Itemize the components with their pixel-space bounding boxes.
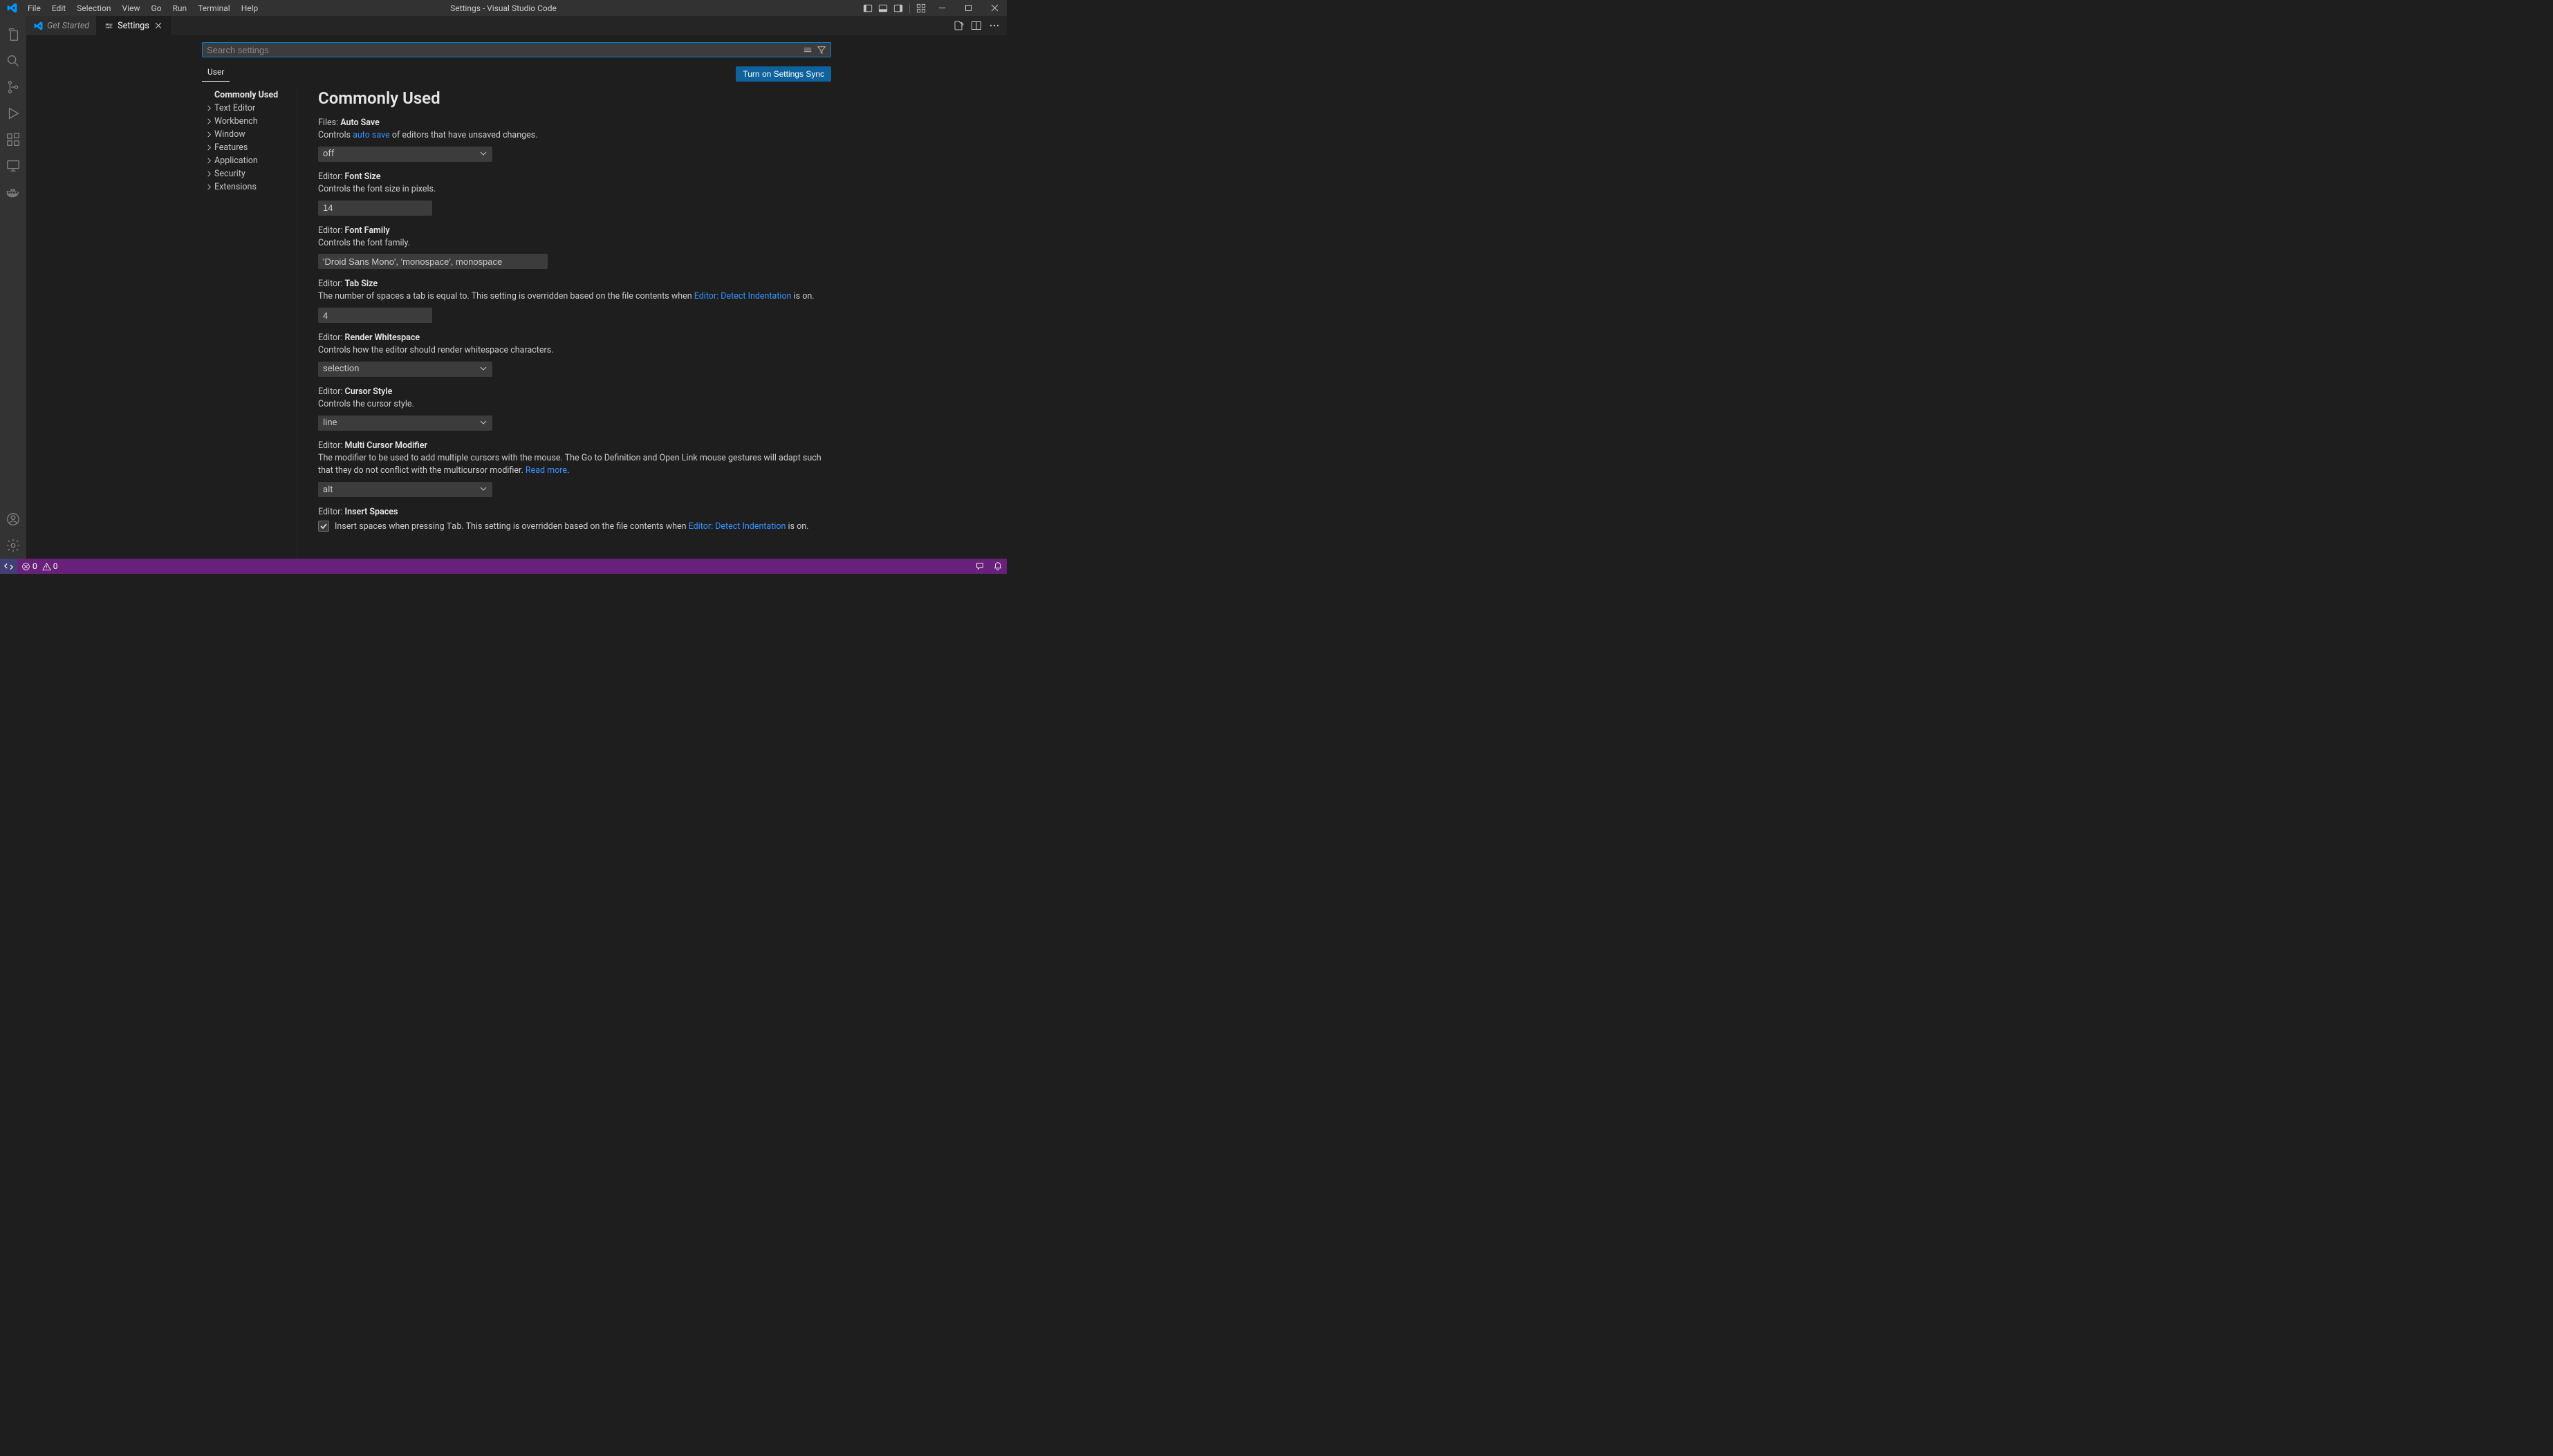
section-heading: Commonly Used	[318, 88, 824, 108]
tabsize-input[interactable]	[318, 308, 432, 323]
menu-selection[interactable]: Selection	[71, 1, 116, 15]
clear-search-icon[interactable]	[802, 44, 813, 55]
menu-terminal[interactable]: Terminal	[192, 1, 236, 15]
chevron-right-icon	[205, 144, 213, 152]
window-close-button[interactable]	[982, 0, 1007, 16]
remote-indicator[interactable]	[0, 559, 17, 574]
toc-application[interactable]: Application	[202, 154, 297, 167]
scope-user-tab[interactable]: User	[202, 63, 230, 82]
close-icon[interactable]	[154, 21, 163, 30]
setting-editor-cursorstyle: Editor: Cursor Style Controls the cursor…	[318, 386, 824, 431]
menu-run[interactable]: Run	[167, 1, 193, 15]
settings-sync-button[interactable]: Turn on Settings Sync	[736, 66, 831, 82]
settings-content[interactable]: Commonly Used Files: Auto Save Controls …	[297, 86, 831, 559]
extensions-icon[interactable]	[0, 127, 26, 153]
titlebar: File Edit Selection View Go Run Terminal…	[0, 0, 1007, 16]
vscode-logo-icon	[6, 2, 18, 15]
toc-extensions[interactable]: Extensions	[202, 180, 297, 194]
settings-gear-icon[interactable]	[0, 532, 26, 559]
window-title: Settings - Visual Studio Code	[450, 3, 557, 13]
separator	[909, 3, 910, 13]
menu-edit[interactable]: Edit	[46, 1, 71, 15]
setting-editor-renderwhitespace: Editor: Render Whitespace Controls how t…	[318, 333, 824, 377]
insertspaces-label: Insert spaces when pressing Tab. This se…	[335, 520, 808, 534]
customize-layout-icon[interactable]	[915, 2, 927, 15]
vscode-icon	[33, 21, 43, 30]
remote-explorer-icon[interactable]	[0, 153, 26, 179]
toc-window[interactable]: Window	[202, 128, 297, 141]
search-icon[interactable]	[0, 48, 26, 74]
detect-indentation-link[interactable]: Editor: Detect Indentation	[694, 291, 792, 301]
feedback-icon[interactable]	[971, 559, 989, 574]
source-control-icon[interactable]	[0, 74, 26, 100]
split-editor-icon[interactable]	[969, 19, 983, 32]
bell-icon[interactable]	[989, 559, 1007, 574]
autosave-link[interactable]: auto save	[353, 130, 390, 140]
chevron-right-icon	[205, 118, 213, 126]
chevron-right-icon	[205, 170, 213, 178]
toc-text-editor[interactable]: Text Editor	[202, 102, 297, 115]
toc-security[interactable]: Security	[202, 167, 297, 180]
status-bar: 0 0	[0, 559, 1007, 574]
setting-files-autosave: Files: Auto Save Controls auto save of e…	[318, 118, 824, 162]
settings-icon	[104, 21, 113, 30]
chevron-right-icon	[205, 104, 213, 113]
tab-bar: Get Started Settings	[26, 16, 1007, 35]
menu-file[interactable]: File	[22, 1, 46, 15]
cursorstyle-select[interactable]: line	[318, 416, 492, 431]
toggle-secondary-sidebar-icon[interactable]	[892, 2, 904, 15]
chevron-right-icon	[205, 131, 213, 139]
setting-editor-fontsize: Editor: Font Size Controls the font size…	[318, 171, 824, 216]
setting-editor-fontfamily: Editor: Font Family Controls the font fa…	[318, 225, 824, 270]
window-maximize-button[interactable]	[956, 0, 981, 16]
settings-search-input[interactable]	[202, 42, 831, 57]
autosave-select[interactable]: off	[318, 147, 492, 162]
chevron-down-icon	[479, 149, 488, 158]
more-actions-icon[interactable]	[987, 19, 1001, 32]
menu-go[interactable]: Go	[146, 1, 167, 15]
chevron-right-icon	[205, 157, 213, 165]
multicursor-select[interactable]: alt	[318, 482, 492, 497]
toc-workbench[interactable]: Workbench	[202, 115, 297, 128]
chevron-down-icon	[479, 364, 488, 373]
open-settings-json-icon[interactable]	[951, 19, 965, 32]
error-icon	[21, 562, 30, 571]
setting-editor-insertspaces: Editor: Insert Spaces Insert spaces when…	[318, 507, 824, 534]
setting-editor-multicursor: Editor: Multi Cursor Modifier The modifi…	[318, 440, 824, 498]
toggle-primary-sidebar-icon[interactable]	[862, 2, 874, 15]
chevron-down-icon	[479, 485, 488, 493]
tab-settings[interactable]: Settings	[97, 16, 171, 35]
filter-icon[interactable]	[816, 44, 827, 55]
docker-icon[interactable]	[0, 179, 26, 205]
setting-editor-tabsize: Editor: Tab Size The number of spaces a …	[318, 279, 824, 323]
run-debug-icon[interactable]	[0, 100, 26, 127]
read-more-link[interactable]: Read more	[526, 465, 567, 476]
fontsize-input[interactable]	[318, 200, 432, 216]
toggle-panel-icon[interactable]	[877, 2, 889, 15]
activity-bar	[0, 16, 26, 559]
whitespace-select[interactable]: selection	[318, 362, 492, 377]
warning-icon	[42, 562, 51, 571]
problems-status[interactable]: 0 0	[17, 559, 62, 574]
toc-features[interactable]: Features	[202, 141, 297, 154]
menu-help[interactable]: Help	[236, 1, 264, 15]
explorer-icon[interactable]	[0, 21, 26, 48]
menu-bar: File Edit Selection View Go Run Terminal…	[22, 1, 263, 15]
insertspaces-checkbox[interactable]	[318, 521, 329, 532]
tab-get-started[interactable]: Get Started	[26, 16, 97, 35]
settings-toc: Commonly Used Text Editor Workbench Wind…	[202, 86, 297, 559]
detect-indentation-link[interactable]: Editor: Detect Indentation	[689, 521, 786, 532]
menu-view[interactable]: View	[117, 1, 146, 15]
window-minimize-button[interactable]	[929, 0, 954, 16]
toc-commonly-used[interactable]: Commonly Used	[202, 88, 297, 102]
accounts-icon[interactable]	[0, 506, 26, 532]
chevron-down-icon	[479, 418, 488, 427]
fontfamily-input[interactable]	[318, 254, 548, 269]
tab-label: Settings	[118, 21, 149, 31]
chevron-right-icon	[205, 183, 213, 192]
tab-label: Get Started	[47, 21, 89, 31]
